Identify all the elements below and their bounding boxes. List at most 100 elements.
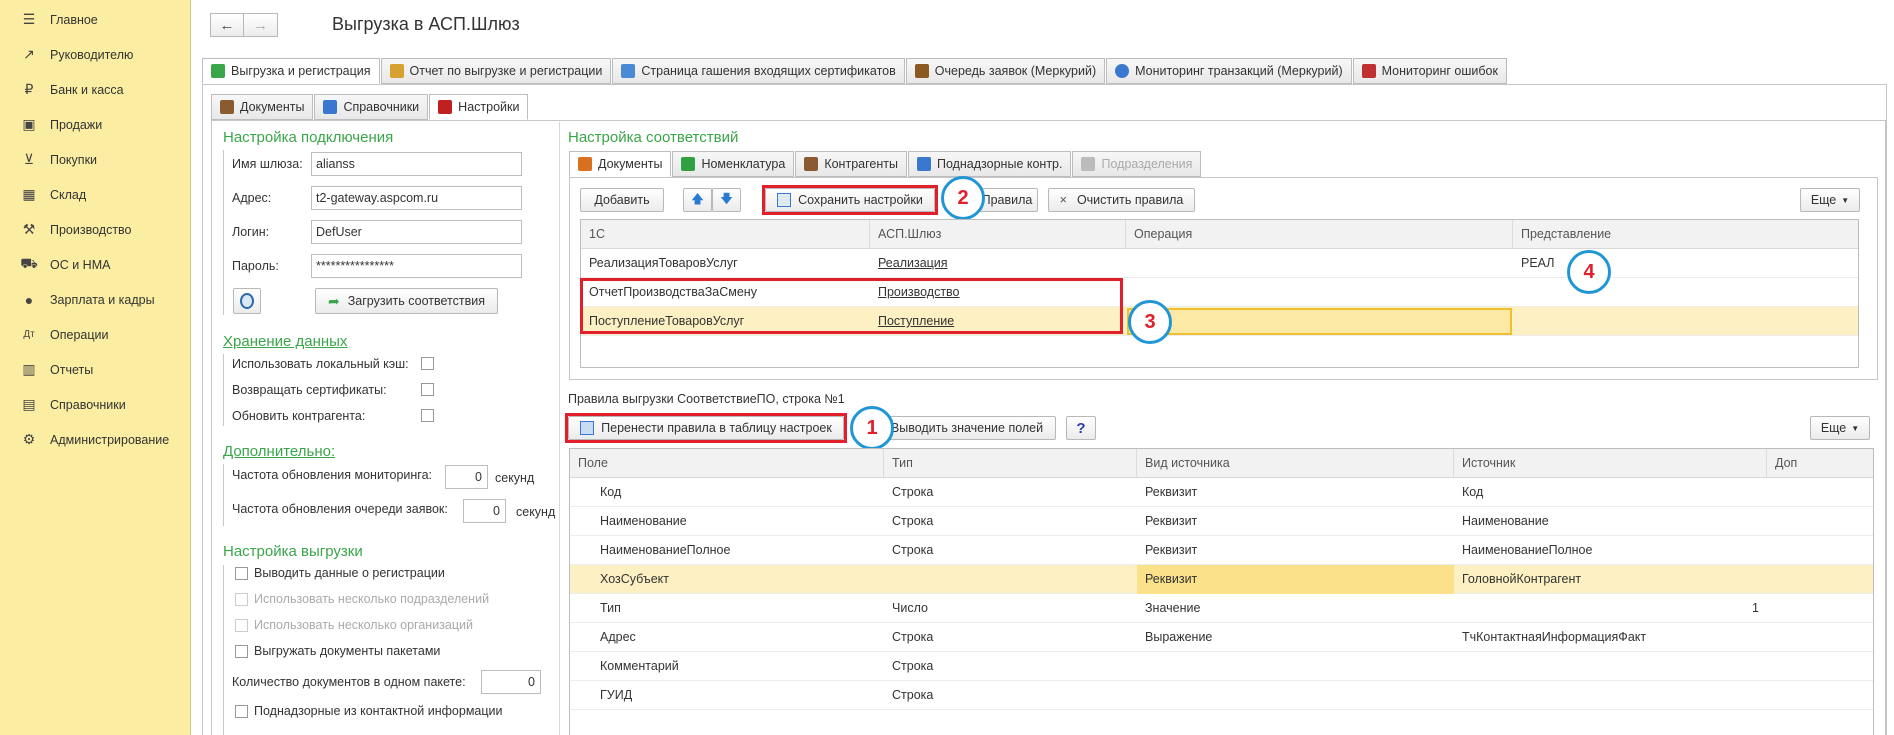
gateway-label: Имя шлюза: bbox=[232, 157, 303, 171]
tab-transaction-monitoring[interactable]: Мониторинг транзакций (Меркурий) bbox=[1106, 58, 1352, 84]
divider bbox=[223, 565, 224, 735]
tab-mapping-documents[interactable]: Документы bbox=[569, 151, 672, 177]
move-up-button[interactable]: 🡅 bbox=[683, 188, 712, 212]
sidebar-item-production[interactable]: ⚒ Производство bbox=[0, 212, 190, 247]
sidebar-item-sales[interactable]: ▣ Продажи bbox=[0, 107, 190, 142]
tab-mapping-supervised[interactable]: Поднадзорные контр. bbox=[907, 151, 1072, 177]
password-field[interactable]: **************** bbox=[311, 254, 522, 278]
marker-2: 2 bbox=[941, 176, 985, 220]
sidebar-item-main[interactable]: ☰ Главное bbox=[0, 2, 190, 37]
directory-icon bbox=[323, 100, 338, 114]
tab-mapping-contractors[interactable]: Контрагенты bbox=[795, 151, 907, 177]
forward-button[interactable]: → bbox=[244, 13, 278, 37]
arrow-down-icon: 🡇 bbox=[720, 191, 733, 206]
column-header[interactable]: Вид источника bbox=[1137, 449, 1454, 478]
table-row[interactable]: ГУИД Строка bbox=[570, 681, 1873, 710]
table-row[interactable]: РеализацияТоваровУслуг Реализация РЕАЛ bbox=[581, 249, 1858, 278]
top-tabs: Выгрузка и регистрация Отчет по выгрузке… bbox=[202, 58, 1508, 84]
multi-orgs-checkbox[interactable] bbox=[235, 619, 248, 632]
column-header[interactable]: 1С bbox=[581, 220, 870, 249]
tab-settings[interactable]: Настройки bbox=[429, 94, 529, 120]
tab-certificates[interactable]: Страница гашения входящих сертификатов bbox=[612, 58, 905, 84]
highlight-save-settings bbox=[762, 185, 938, 215]
back-button[interactable]: ← bbox=[210, 13, 244, 37]
help-icon: ? bbox=[1076, 419, 1086, 437]
tab-upload-registration[interactable]: Выгрузка и регистрация bbox=[202, 58, 380, 84]
sidebar-item-label: Администрирование bbox=[50, 432, 170, 447]
help-button[interactable]: ? bbox=[1066, 416, 1096, 440]
table-row[interactable]: Адрес Строка Выражение ТчКонтактнаяИнфор… bbox=[570, 623, 1873, 652]
supervised-contact-checkbox[interactable] bbox=[235, 705, 248, 718]
column-header[interactable]: Источник bbox=[1454, 449, 1767, 478]
show-fields-button[interactable]: Выводить значение полей bbox=[878, 416, 1056, 440]
operation-cell-focus[interactable] bbox=[1127, 308, 1512, 335]
column-header[interactable]: Тип bbox=[884, 449, 1137, 478]
tab-directories[interactable]: Справочники bbox=[314, 94, 429, 120]
table-row[interactable]: Комментарий Строка bbox=[570, 652, 1873, 681]
sidebar-item-reports[interactable]: ▥ Отчеты bbox=[0, 352, 190, 387]
docs-icon bbox=[578, 157, 592, 171]
login-field[interactable]: DefUser bbox=[311, 220, 522, 244]
power-icon bbox=[240, 293, 254, 309]
multi-subdivisions-checkbox[interactable] bbox=[235, 593, 248, 606]
batch-export-label: Выгружать документы пакетами bbox=[254, 644, 441, 658]
tab-request-queue[interactable]: Очередь заявок (Меркурий) bbox=[905, 58, 1106, 84]
highlight-rows bbox=[580, 278, 1123, 334]
sidebar-item-bank[interactable]: ₽ Банк и касса bbox=[0, 72, 190, 107]
column-header[interactable]: Представление bbox=[1513, 220, 1860, 249]
tab-error-monitoring[interactable]: Мониторинг ошибок bbox=[1352, 58, 1507, 84]
sidebar-item-label: Отчеты bbox=[50, 362, 94, 377]
column-header[interactable]: АСП.Шлюз bbox=[870, 220, 1126, 249]
table-row[interactable]: Код Строка Реквизит Код bbox=[570, 478, 1873, 507]
mapping-tabs: Документы Номенклатура Контрагенты Подна… bbox=[569, 151, 1202, 177]
gateway-field[interactable]: alianss bbox=[311, 152, 522, 176]
local-cache-checkbox[interactable] bbox=[421, 357, 434, 370]
table-row[interactable]: Наименование Строка Реквизит Наименовани… bbox=[570, 507, 1873, 536]
tab-upload-report[interactable]: Отчет по выгрузке и регистрации bbox=[380, 58, 612, 84]
bag-icon: ▣ bbox=[22, 116, 36, 132]
rules-more-button[interactable]: Еще ▼ bbox=[1810, 416, 1870, 440]
column-header[interactable]: Поле bbox=[570, 449, 884, 478]
power-button[interactable] bbox=[233, 288, 261, 314]
connection-title: Настройка подключения bbox=[223, 129, 394, 146]
sidebar-item-operations[interactable]: Дт Операции bbox=[0, 317, 190, 352]
multi-subdivisions-label: Использовать несколько подразделений bbox=[254, 592, 490, 606]
rules-table: Поле Тип Вид источника Источник Доп Код … bbox=[569, 448, 1874, 735]
storage-title[interactable]: Хранение данных bbox=[223, 333, 347, 350]
table-row[interactable]: НаименованиеПолное Строка Реквизит Наиме… bbox=[570, 536, 1873, 565]
batch-count-field[interactable]: 0 bbox=[481, 670, 541, 694]
table-row[interactable]: Тип Число Значение 1 bbox=[570, 594, 1873, 623]
return-certs-checkbox[interactable] bbox=[421, 383, 434, 396]
tab-mapping-subdivisions[interactable]: Подразделения bbox=[1072, 151, 1202, 177]
sidebar-item-directories[interactable]: ▤ Справочники bbox=[0, 387, 190, 422]
queue-freq-field[interactable]: 0 bbox=[463, 499, 506, 523]
add-button[interactable]: Добавить bbox=[580, 188, 664, 212]
monitoring-freq-field[interactable]: 0 bbox=[445, 465, 488, 489]
batch-export-checkbox[interactable] bbox=[235, 645, 248, 658]
rules-button[interactable]: Правила bbox=[976, 188, 1038, 212]
column-header[interactable]: Доп bbox=[1767, 449, 1875, 478]
address-field[interactable]: t2-gateway.aspcom.ru bbox=[311, 186, 522, 210]
sidebar-item-admin[interactable]: ⚙ Администрирование bbox=[0, 422, 190, 457]
update-contractor-checkbox[interactable] bbox=[421, 409, 434, 422]
move-down-button[interactable]: 🡇 bbox=[712, 188, 741, 212]
book-icon: ▤ bbox=[22, 396, 36, 412]
gear-icon: ⚙ bbox=[22, 431, 36, 447]
tab-mapping-nomenclature[interactable]: Номенклатура bbox=[672, 151, 795, 177]
tab-documents[interactable]: Документы bbox=[211, 94, 314, 120]
sidebar-item-director[interactable]: ↗ Руководителю bbox=[0, 37, 190, 72]
column-splitter[interactable] bbox=[559, 122, 560, 735]
table-row-selected[interactable]: ХозСубъект Реквизит ГоловнойКонтрагент bbox=[570, 565, 1873, 594]
sidebar-item-assets[interactable]: ⛟ ОС и НМА bbox=[0, 247, 190, 282]
load-mappings-button[interactable]: ➦ Загрузить соответствия bbox=[315, 288, 498, 314]
more-button[interactable]: Еще ▼ bbox=[1800, 188, 1860, 212]
sidebar-item-purchases[interactable]: ⊻ Покупки bbox=[0, 142, 190, 177]
column-header[interactable]: Операция bbox=[1126, 220, 1513, 249]
clear-rules-button[interactable]: × Очистить правила bbox=[1048, 188, 1195, 212]
extra-title[interactable]: Дополнительно: bbox=[223, 443, 335, 460]
contractors-icon bbox=[804, 157, 819, 171]
sidebar-item-warehouse[interactable]: ▦ Склад bbox=[0, 177, 190, 212]
queue-freq-label: Частота обновления очереди заявок: bbox=[232, 502, 448, 516]
show-registration-checkbox[interactable] bbox=[235, 567, 248, 580]
sidebar-item-salary[interactable]: ● Зарплата и кадры bbox=[0, 282, 190, 317]
